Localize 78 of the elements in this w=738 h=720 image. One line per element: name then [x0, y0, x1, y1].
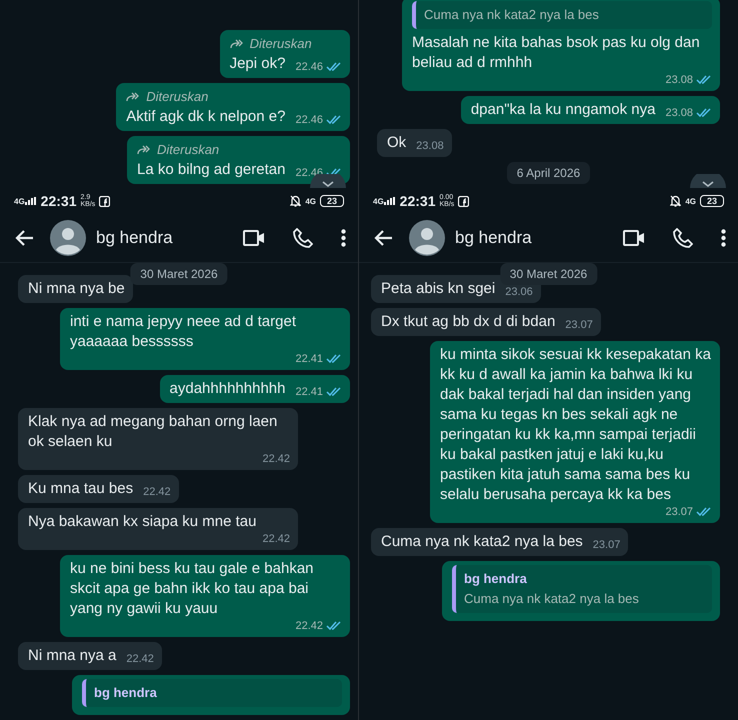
message-time: 22.41: [295, 385, 323, 399]
silent-bell-icon: [670, 195, 682, 207]
network-label: 4G: [305, 196, 316, 206]
message-text: inti e nama jepyy neee ad d target yaaaaaa bessssss: [70, 312, 297, 352]
message-time: 23.07: [592, 538, 620, 552]
contact-name[interactable]: bg hendra: [455, 228, 532, 248]
message-time: 22.46: [295, 113, 323, 127]
clock: 22:31: [400, 193, 436, 209]
message-text: Ok: [387, 133, 406, 153]
message-text: Cuma nya nk kata2 nya la bes: [381, 532, 583, 552]
contact-name[interactable]: bg hendra: [96, 228, 173, 248]
message-text: ku minta sikok sesuai kk kesepakatan ka kk ku d awall ka jamin ka bahwa lki ku dak bakal terjadi hal dan insiden yang sama ku tegas kn bes sekali agk ne peringatan ku kk ka,mn sampai terjadii ku bakal pastken jatuj e laki ku,ku pastiken kita jatuh sama sama bes ku selalu berusaha percaya kk ka bes: [440, 345, 712, 505]
message-text: ku ne bini bess ku tau gale e bahkan skcit apa ge bahn ikk ko tau apa bai yang ny gawii ku yauu: [70, 559, 315, 619]
message-time: 22.42: [262, 532, 290, 546]
forwarded-label: Diteruskan: [146, 88, 208, 106]
forward-icon: [137, 145, 152, 155]
network-label: 4G: [373, 196, 384, 206]
message-time: 23.08: [665, 73, 693, 87]
signal-icon: [384, 197, 396, 205]
back-arrow-icon[interactable]: [373, 229, 393, 247]
message-time: 22.42: [126, 652, 154, 666]
message-time: 22.42: [295, 619, 323, 633]
signal-icon: [24, 197, 37, 205]
quoted-text: Cuma nya nk kata2 nya la bes: [424, 6, 600, 24]
network-label: 4G: [14, 196, 25, 206]
forwarded-label: Diteruskan: [250, 35, 312, 53]
message-text: Jepi ok?: [230, 54, 286, 74]
quoted-sender: bg hendra: [464, 570, 528, 588]
message-time: 22.42: [143, 485, 171, 499]
silent-bell-icon: [290, 195, 302, 207]
message-text: Nya bakawan kx siapa ku mne tau: [28, 512, 258, 532]
forward-icon: [230, 39, 244, 49]
message-text: Ku mna tau bes: [28, 479, 134, 499]
avatar-icon[interactable]: [50, 220, 86, 256]
phone-icon[interactable]: [293, 228, 313, 248]
scroll-down-button[interactable]: [310, 174, 346, 188]
message-text: Aktif agk dk k nelpon e?: [126, 107, 286, 127]
message-text: La ko bilng ad geretan: [137, 160, 286, 180]
phone-icon[interactable]: [673, 228, 693, 248]
date-chip: 30 Maret 2026: [130, 263, 228, 285]
avatar-icon[interactable]: [409, 220, 445, 256]
quoted-text: Cuma nya nk kata2 nya la bes: [464, 590, 640, 608]
back-arrow-icon[interactable]: [14, 229, 34, 247]
message-text: Ni mna nya a: [28, 646, 116, 666]
battery-icon: 23: [320, 195, 344, 207]
video-call-icon[interactable]: [243, 230, 265, 246]
more-options-icon[interactable]: [341, 229, 346, 247]
quoted-reply[interactable]: bg hendra Cuma nya nk kata2 nya la bes: [452, 565, 712, 613]
message-time: 23.08: [416, 139, 444, 153]
message-time: 22.42: [262, 452, 290, 466]
message-text: Ni mna nya be: [28, 279, 125, 299]
scroll-down-button[interactable]: [690, 174, 726, 188]
app-notification-icon: [458, 196, 470, 206]
clock: 22:31: [40, 193, 76, 209]
date-chip: 30 Maret 2026: [500, 263, 598, 285]
message-time: 23.07: [665, 505, 693, 519]
network-label: 4G: [685, 196, 696, 206]
forward-icon: [126, 92, 140, 102]
quoted-reply[interactable]: bg hendra: [82, 679, 342, 707]
message-text: Klak nya ad megang bahan orng laen ok selaen ku: [28, 412, 278, 452]
forwarded-label: Diteruskan: [157, 141, 220, 159]
message-text: Masalah ne kita bahas bsok pas ku olg dan beliau ad d rmhhh: [412, 33, 701, 73]
message-time: 22.46: [295, 60, 323, 74]
message-time: 23.06: [505, 285, 533, 299]
message-text: Dx tkut ag bb dx d di bdan: [381, 312, 556, 332]
message-text: aydahhhhhhhhhh: [170, 379, 286, 399]
message-time: 23.08: [665, 106, 693, 120]
message-time: 23.07: [565, 318, 593, 332]
message-text: Peta abis kn sgei: [381, 279, 496, 299]
app-notification-icon: [99, 196, 110, 206]
battery-icon: 23: [700, 195, 724, 207]
quoted-sender: bg hendra: [94, 684, 158, 702]
message-time: 22.41: [295, 352, 323, 366]
date-chip: 6 April 2026: [506, 162, 590, 184]
more-options-icon[interactable]: [721, 229, 726, 247]
video-call-icon[interactable]: [623, 230, 645, 246]
message-text: dpan"ka la ku nngamok nya: [470, 100, 656, 120]
quoted-reply[interactable]: Cuma nya nk kata2 nya la bes: [412, 1, 712, 29]
